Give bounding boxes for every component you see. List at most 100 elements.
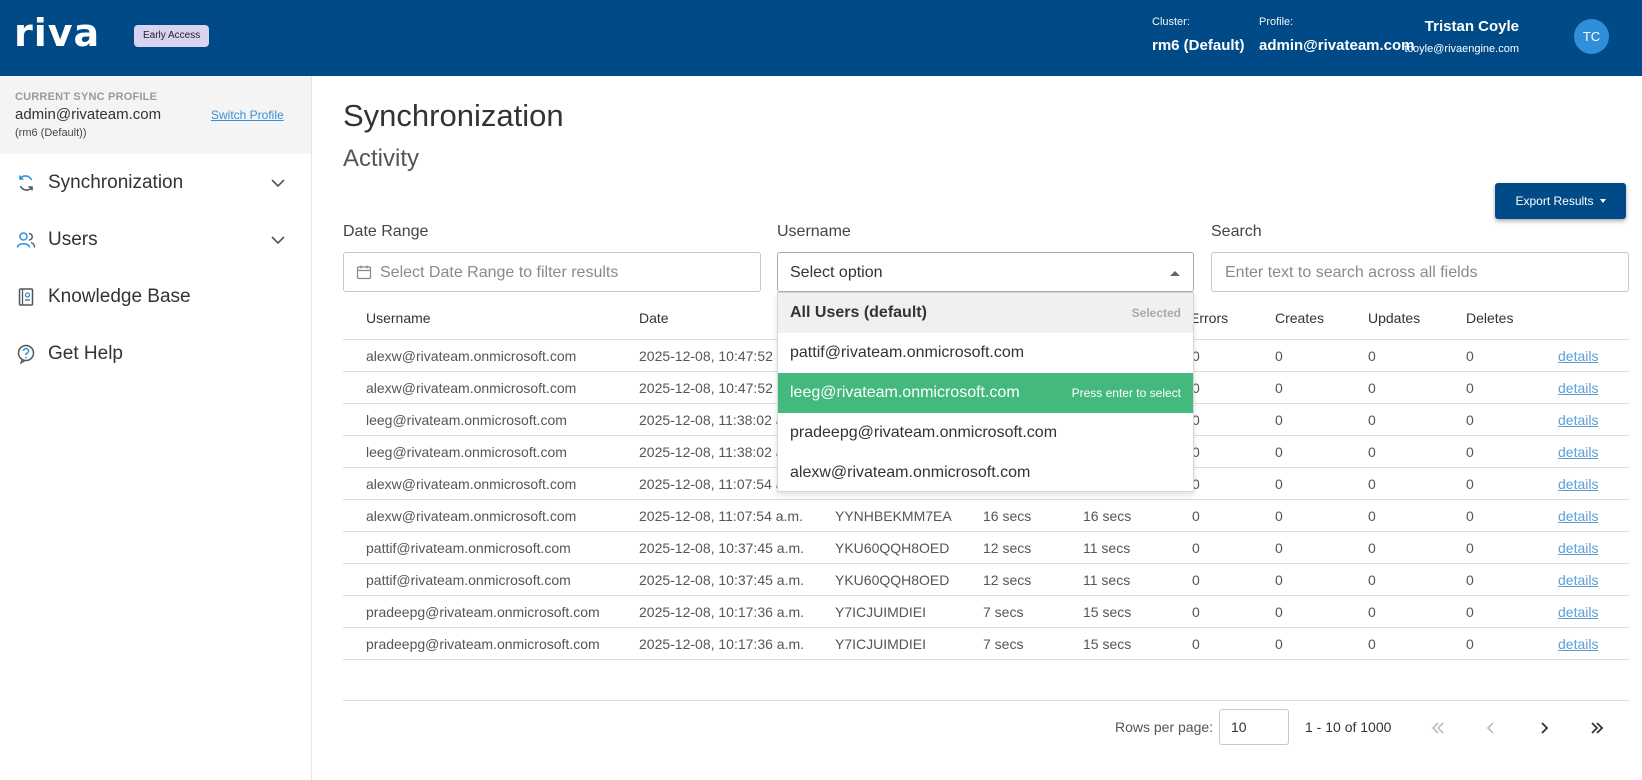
table-cell: 7 secs <box>983 604 1024 620</box>
user-name[interactable]: Tristan Coyle <box>1425 18 1519 35</box>
table-cell: 0 <box>1192 508 1200 524</box>
chevron-down-icon[interactable] <box>270 175 286 191</box>
user-email: tcoyle@rivaengine.com <box>1404 43 1520 55</box>
table-cell: 0 <box>1466 412 1474 428</box>
dropdown-option-pradeepg[interactable]: pradeepg@rivateam.onmicrosoft.com <box>778 413 1193 453</box>
table-cell: 0 <box>1275 572 1283 588</box>
details-link[interactable]: details <box>1558 508 1598 524</box>
next-page-icon[interactable] <box>1532 716 1556 740</box>
table-cell: 0 <box>1368 348 1376 364</box>
username-dropdown-menu: All Users (default) Selected pattif@riva… <box>777 292 1194 492</box>
chevron-down-icon[interactable] <box>270 232 286 248</box>
export-results-button[interactable]: Export Results <box>1495 183 1626 219</box>
row-divider <box>343 627 1629 628</box>
table-cell: 0 <box>1275 604 1283 620</box>
table-cell: 2025-12-08, 10:37:45 a.m. <box>639 572 805 588</box>
username-select[interactable]: Select option <box>777 252 1194 292</box>
table-cell: 11 secs <box>1083 572 1131 588</box>
table-cell: 0 <box>1275 540 1283 556</box>
table-footer-divider <box>343 700 1629 701</box>
column-header-date[interactable]: Date <box>639 310 669 326</box>
details-link[interactable]: details <box>1558 476 1598 492</box>
table-cell: pattif@rivateam.onmicrosoft.com <box>366 572 571 588</box>
table-cell: 0 <box>1368 572 1376 588</box>
details-link[interactable]: details <box>1558 348 1598 364</box>
sidebar-item-label: Knowledge Base <box>48 286 191 307</box>
table-cell: pradeepg@rivateam.onmicrosoft.com <box>366 604 600 620</box>
table-cell: 0 <box>1466 508 1474 524</box>
table-cell: 0 <box>1275 636 1283 652</box>
details-link[interactable]: details <box>1558 636 1598 652</box>
column-header-updates[interactable]: Updates <box>1368 310 1420 326</box>
table-cell: alexw@rivateam.onmicrosoft.com <box>366 380 577 396</box>
sidebar-item-get-help[interactable]: Get Help <box>0 334 311 374</box>
profile-info: Profile: admin@rivateam.com <box>1259 16 1415 54</box>
table-cell: 2025-12-08, 10:17:36 a.m. <box>639 636 805 652</box>
avatar[interactable]: TC <box>1574 19 1609 54</box>
sidebar: CURRENT SYNC PROFILE admin@rivateam.com … <box>0 76 312 780</box>
table-cell: leeg@rivateam.onmicrosoft.com <box>366 444 567 460</box>
caret-up-icon[interactable] <box>1169 268 1181 278</box>
dropdown-option-leeg[interactable]: leeg@rivateam.onmicrosoft.com Press ente… <box>778 373 1193 413</box>
first-page-icon[interactable] <box>1426 716 1450 740</box>
column-header-deletes[interactable]: Deletes <box>1466 310 1513 326</box>
table-cell: 16 secs <box>983 508 1032 524</box>
dropdown-option-alexw[interactable]: alexw@rivateam.onmicrosoft.com <box>778 453 1193 493</box>
table-cell: 0 <box>1466 380 1474 396</box>
option-label: leeg@rivateam.onmicrosoft.com <box>790 384 1020 401</box>
sidebar-item-synchronization[interactable]: Synchronization <box>0 163 311 203</box>
table-cell: 0 <box>1368 604 1376 620</box>
caret-down-icon <box>1599 199 1606 203</box>
option-hint: Press enter to select <box>1071 386 1181 400</box>
table-cell: YYNHBEKMM7EA <box>835 508 952 524</box>
table-cell: 2025-12-08, 10:17:36 a.m. <box>639 604 805 620</box>
table-cell: 0 <box>1368 476 1376 492</box>
table-cell: 0 <box>1275 476 1283 492</box>
table-cell: 2025-12-08, 11:07:54 a.m. <box>639 508 803 524</box>
table-cell: 0 <box>1275 380 1283 396</box>
switch-profile-link[interactable]: Switch Profile <box>211 108 284 122</box>
riva-logo[interactable]: riva <box>14 14 120 54</box>
date-range-placeholder: Select Date Range to filter results <box>380 264 619 281</box>
last-page-icon[interactable] <box>1585 716 1609 740</box>
table-cell: pradeepg@rivateam.onmicrosoft.com <box>366 636 600 652</box>
option-label: pattif@rivateam.onmicrosoft.com <box>790 344 1025 361</box>
column-header-creates[interactable]: Creates <box>1275 310 1324 326</box>
pagination-range: 1 - 10 of 1000 <box>1305 719 1392 735</box>
sidebar-item-label: Users <box>48 229 98 250</box>
table-cell: 0 <box>1192 636 1200 652</box>
sidebar-item-knowledge-base[interactable]: Knowledge Base <box>0 277 311 317</box>
date-range-label: Date Range <box>343 223 429 240</box>
table-cell: 0 <box>1275 444 1283 460</box>
sidebar-item-users[interactable]: Users <box>0 220 311 260</box>
table-cell: pattif@rivateam.onmicrosoft.com <box>366 540 571 556</box>
column-header-errors[interactable]: Errors <box>1190 310 1228 326</box>
table-cell: 7 secs <box>983 636 1024 652</box>
details-link[interactable]: details <box>1558 412 1598 428</box>
date-range-input[interactable]: Select Date Range to filter results <box>343 252 761 292</box>
option-label: pradeepg@rivateam.onmicrosoft.com <box>790 424 1058 441</box>
table-cell: 16 secs <box>1083 508 1132 524</box>
cluster-value: rm6 (Default) <box>1152 37 1245 54</box>
column-header-username[interactable]: Username <box>366 310 431 326</box>
details-link[interactable]: details <box>1558 604 1598 620</box>
details-link[interactable]: details <box>1558 380 1598 396</box>
table-cell: 15 secs <box>1083 636 1132 652</box>
profile-value: admin@rivateam.com <box>1259 37 1415 54</box>
search-input[interactable]: Enter text to search across all fields <box>1211 252 1629 292</box>
table-cell: Y7ICJUIMDIEI <box>835 636 927 652</box>
top-bar: riva Early Access Cluster: rm6 (Default)… <box>0 0 1642 76</box>
option-label: All Users (default) <box>790 304 927 321</box>
rows-per-page-input[interactable]: 10 <box>1219 709 1289 745</box>
details-link[interactable]: details <box>1558 572 1598 588</box>
previous-page-icon[interactable] <box>1479 716 1503 740</box>
table-cell: leeg@rivateam.onmicrosoft.com <box>366 412 567 428</box>
details-link[interactable]: details <box>1558 444 1598 460</box>
dropdown-option-pattif[interactable]: pattif@rivateam.onmicrosoft.com <box>778 333 1193 373</box>
table-cell: YKU60QQH8OED <box>835 572 950 588</box>
details-link[interactable]: details <box>1558 540 1598 556</box>
table-cell: 0 <box>1275 348 1283 364</box>
row-divider <box>343 659 1629 660</box>
dropdown-option-all-users[interactable]: All Users (default) Selected <box>778 293 1193 333</box>
table-cell: 0 <box>1466 572 1474 588</box>
